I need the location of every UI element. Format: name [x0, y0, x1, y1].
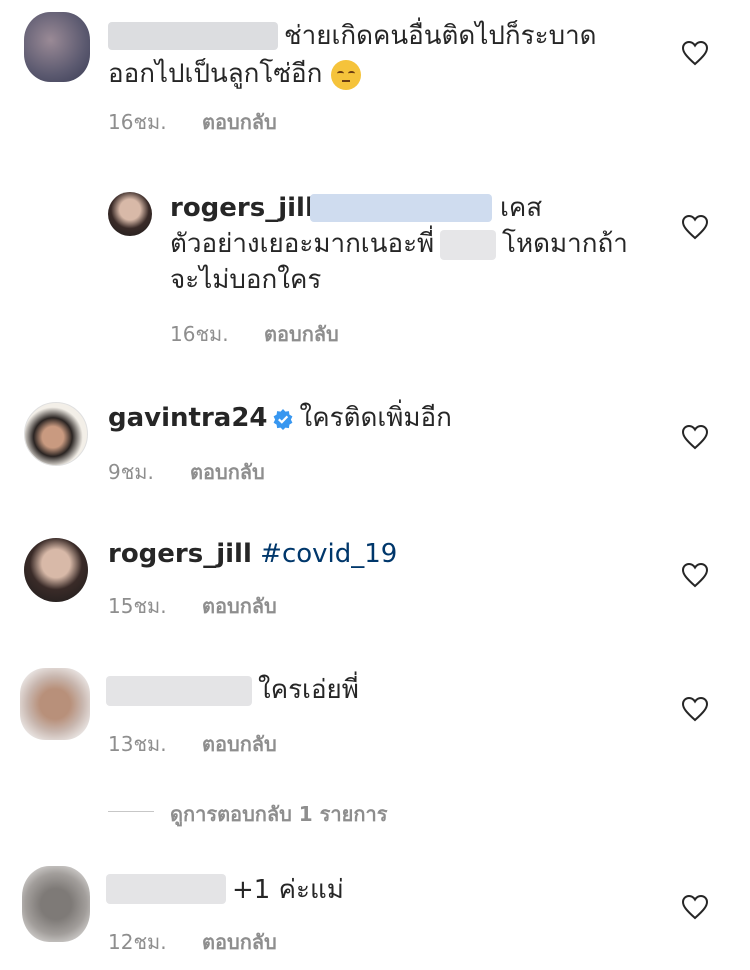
view-replies-divider: [108, 811, 154, 812]
heart-icon[interactable]: [681, 214, 709, 240]
reply-button[interactable]: ตอบกลับ: [202, 106, 277, 138]
blurred-text: [440, 230, 496, 260]
comment-time: 16ชม.: [170, 322, 229, 346]
heart-icon[interactable]: [681, 696, 709, 722]
avatar[interactable]: [20, 668, 90, 740]
view-replies-button[interactable]: ดูการตอบกลับ 1 รายการ: [170, 798, 387, 830]
heart-icon[interactable]: [681, 562, 709, 588]
comment-text-line: ออกไปเป็นลูกโซ่อีก: [108, 56, 361, 92]
blurred-username: [108, 22, 278, 50]
comment-line: gavintra24 ใครติดเพิ่มอีก: [108, 403, 452, 433]
blurred-username: [106, 874, 226, 904]
reply-button[interactable]: ตอบกลับ: [202, 590, 277, 622]
heart-icon[interactable]: [681, 894, 709, 920]
avatar[interactable]: [24, 538, 88, 602]
comment-username[interactable]: gavintra24: [108, 403, 268, 433]
reply-button[interactable]: ตอบกลับ: [190, 456, 265, 488]
comment-text: ใครเอ่ยพี่: [258, 675, 359, 705]
comment-time: 16ชม.: [108, 110, 167, 134]
comment-text-line: ตัวอย่างเยอะมากเนอะพี่: [170, 229, 435, 259]
avatar[interactable]: [24, 402, 88, 466]
verified-badge-icon: [273, 408, 292, 430]
reply-button[interactable]: ตอบกลับ: [202, 728, 277, 760]
comment-time: 13ชม.: [108, 732, 167, 756]
comment-text-line: ช่ายเกิดคนอื่นติดไปก็ระบาด: [284, 21, 597, 51]
comment-username[interactable]: rogers_jill: [108, 539, 252, 569]
comment-username[interactable]: rogers_jill: [170, 190, 314, 226]
avatar[interactable]: [24, 12, 90, 82]
avatar[interactable]: [22, 866, 90, 942]
comment-text-line: โหดมากถ้า: [502, 229, 628, 259]
comment-text-line: เคส: [500, 193, 543, 223]
heart-icon[interactable]: [681, 40, 709, 66]
comment-text-line: จะไม่บอกใคร: [170, 265, 322, 295]
comment-time: 9ชม.: [108, 460, 154, 484]
comment-time: 12ชม.: [108, 930, 167, 954]
blurred-username: [106, 676, 252, 706]
avatar[interactable]: [108, 192, 152, 236]
comment-line: rogers_jill #covid_19: [108, 536, 397, 572]
reply-button[interactable]: ตอบกลับ: [264, 318, 339, 350]
heart-icon[interactable]: [681, 424, 709, 450]
reply-button[interactable]: ตอบกลับ: [202, 926, 277, 958]
hashtag-link[interactable]: #covid_19: [260, 539, 397, 569]
blurred-mention: [310, 194, 492, 222]
comment-time: 15ชม.: [108, 594, 167, 618]
pensive-face-emoji: [330, 59, 361, 90]
comment-text: +1 ค่ะแม่: [232, 875, 344, 905]
